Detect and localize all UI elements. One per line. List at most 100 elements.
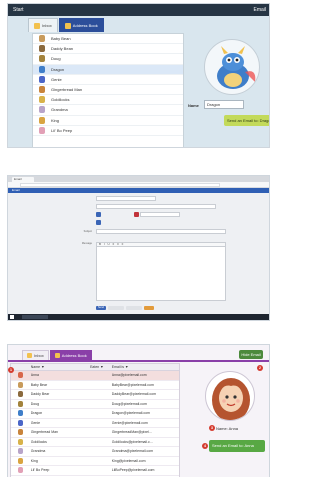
name-label: Name bbox=[188, 103, 199, 108]
message-label: Message bbox=[81, 242, 92, 245]
table-row[interactable]: Grandma Grandma@pixelemail.com bbox=[11, 447, 179, 457]
avatar-cell bbox=[11, 467, 31, 474]
name-cell: Anna bbox=[30, 373, 39, 378]
from-field[interactable] bbox=[96, 196, 156, 201]
send-button[interactable]: Send bbox=[96, 306, 106, 310]
anna-avatar bbox=[205, 371, 255, 421]
callout-badge-3: 3 bbox=[209, 425, 215, 431]
name-field[interactable]: Dragon bbox=[204, 100, 244, 109]
table-row[interactable]: Genie Genie@pixelemail.com bbox=[11, 419, 179, 428]
table-row[interactable]: Doug Doug@pixelemail.com bbox=[11, 400, 179, 409]
to-field[interactable] bbox=[96, 204, 216, 209]
tab-address-book[interactable]: Address Book bbox=[49, 350, 92, 360]
address-book-icon bbox=[54, 353, 60, 358]
hide-email-button[interactable]: Hide Email bbox=[239, 350, 263, 359]
avatar-cell bbox=[11, 429, 31, 436]
list-item[interactable]: Doug bbox=[33, 54, 183, 65]
inbox-icon bbox=[27, 353, 32, 358]
tab-inbox[interactable]: Inbox bbox=[28, 18, 58, 32]
table-row[interactable]: Lil' Bo Peep LilBoPeep@pixelemail.com bbox=[11, 466, 179, 476]
email-cell: GingerbreadMan@pixel... bbox=[111, 430, 152, 435]
contact-avatar-icon bbox=[18, 391, 24, 398]
contact-avatar-icon bbox=[18, 400, 24, 407]
contact-avatar-icon bbox=[39, 35, 45, 43]
name-cell: Dragon bbox=[30, 411, 43, 416]
contact-avatar-icon bbox=[18, 372, 24, 379]
list-item[interactable]: Baby Bean bbox=[33, 34, 183, 45]
avatar-cell bbox=[11, 400, 31, 407]
list-item[interactable]: Gingerbread Man bbox=[33, 85, 183, 96]
header-eaten[interactable]: Eaten ▼ bbox=[90, 364, 112, 370]
tab-bar: Inbox Address Book bbox=[22, 350, 93, 360]
contact-avatar-icon bbox=[39, 96, 45, 104]
recipient-chip[interactable] bbox=[96, 212, 101, 217]
list-item[interactable]: Goldilocks bbox=[33, 95, 183, 106]
header-email[interactable]: Email is ▼ bbox=[112, 364, 179, 370]
contact-avatar-icon bbox=[39, 45, 45, 53]
list-item[interactable]: Dragon bbox=[33, 64, 183, 75]
email-cell: DaddyBear@pixelemail.com bbox=[111, 392, 157, 397]
cc-field[interactable] bbox=[140, 212, 180, 217]
send-email-button[interactable]: Send an Email to: Dragon bbox=[224, 115, 269, 126]
recipient-chip-remove[interactable] bbox=[134, 212, 139, 217]
app-header: Email bbox=[8, 188, 269, 193]
table-row[interactable]: Anna Anna@pixelemail.com bbox=[11, 371, 179, 381]
email-cell: King@pixelemail.com bbox=[111, 458, 146, 463]
list-item[interactable]: Grandma bbox=[33, 105, 183, 116]
avatar-cell bbox=[11, 410, 31, 417]
url-input[interactable] bbox=[20, 183, 220, 187]
contact-avatar-icon bbox=[39, 86, 45, 94]
action-button-3[interactable] bbox=[125, 306, 142, 310]
tab-address-book[interactable]: Address Book bbox=[58, 18, 104, 32]
windows-start-icon[interactable] bbox=[10, 315, 14, 319]
contact-avatar-icon bbox=[18, 429, 24, 436]
contact-avatar-icon bbox=[18, 448, 24, 455]
table-row[interactable]: Goldilocks Goldilocks@pixelemail.c... bbox=[11, 438, 179, 447]
email-button[interactable]: Email bbox=[253, 6, 266, 14]
taskbar-item[interactable] bbox=[22, 315, 48, 319]
contact-detail: 2 3 Name: Anna 4 Send an Email to: Anna bbox=[183, 363, 269, 477]
inbox-icon bbox=[34, 22, 40, 29]
contact-avatar-icon bbox=[39, 106, 45, 114]
email-cell: Doug@pixelemail.com bbox=[111, 401, 147, 406]
tab-inbox[interactable]: Inbox bbox=[22, 350, 49, 360]
table-row[interactable]: Daddy Bear DaddyBear@pixelemail.com bbox=[11, 390, 179, 400]
table-row[interactable]: Gingerbread Man GingerbreadMan@pixel... bbox=[11, 428, 179, 438]
contact-avatar-icon bbox=[18, 410, 24, 417]
list-item[interactable]: Genie bbox=[33, 75, 183, 85]
start-button[interactable]: Start bbox=[10, 6, 27, 14]
contact-name: Daddy Bean bbox=[51, 46, 74, 52]
address-book-icon bbox=[64, 22, 71, 29]
list-item[interactable]: Lil' Bo Peep bbox=[33, 126, 183, 136]
contact-detail: Name Dragon Send an Email to: Dragon bbox=[188, 33, 269, 147]
screenshot-address-book-dragon: Start Email Inbox Address Book Baby Bean… bbox=[7, 3, 270, 148]
message-body[interactable] bbox=[96, 247, 226, 301]
table-header: Name ▼ Eaten ▼ Email is ▼ bbox=[11, 364, 179, 371]
contact-name: Genie bbox=[51, 76, 62, 82]
action-button-4[interactable] bbox=[143, 306, 154, 310]
subject-field[interactable] bbox=[96, 229, 226, 234]
action-button-2[interactable] bbox=[107, 306, 124, 310]
email-cell: Dragon@pixelemail.com bbox=[111, 411, 150, 416]
name-cell: Gingerbread Man bbox=[30, 430, 59, 435]
name-cell: Doug bbox=[30, 401, 40, 406]
contact-avatar-icon bbox=[18, 381, 24, 388]
send-email-button[interactable]: Send an Email to: Anna bbox=[209, 440, 265, 452]
callout-badge-1: 1 bbox=[8, 367, 14, 373]
list-item[interactable]: Daddy Bean bbox=[33, 44, 183, 55]
contact-name-text: Name: Anna bbox=[216, 426, 239, 431]
contact-avatar-icon bbox=[39, 65, 45, 73]
email-cell: Goldilocks@pixelemail.c... bbox=[111, 439, 153, 444]
name-cell: Baby Bear bbox=[30, 382, 48, 387]
avatar-cell bbox=[11, 381, 31, 388]
header-name[interactable]: Name ▼ bbox=[31, 364, 90, 370]
tab-inbox-label: Inbox bbox=[34, 352, 44, 358]
table-row[interactable]: Baby Bear BabyBear@pixelemail.com bbox=[11, 381, 179, 390]
table-row[interactable]: King King@pixelemail.com bbox=[11, 457, 179, 466]
screenshot-compose-email: Email Email Subject Message B I U ≡ ≡ ≡ … bbox=[7, 175, 270, 321]
attachment-chip[interactable] bbox=[96, 220, 101, 225]
list-item[interactable]: King bbox=[33, 116, 183, 126]
avatar-cell bbox=[11, 448, 31, 455]
contact-name: Lil' Bo Peep bbox=[51, 127, 73, 133]
table-row[interactable]: Dragon Dragon@pixelemail.com bbox=[11, 409, 179, 419]
